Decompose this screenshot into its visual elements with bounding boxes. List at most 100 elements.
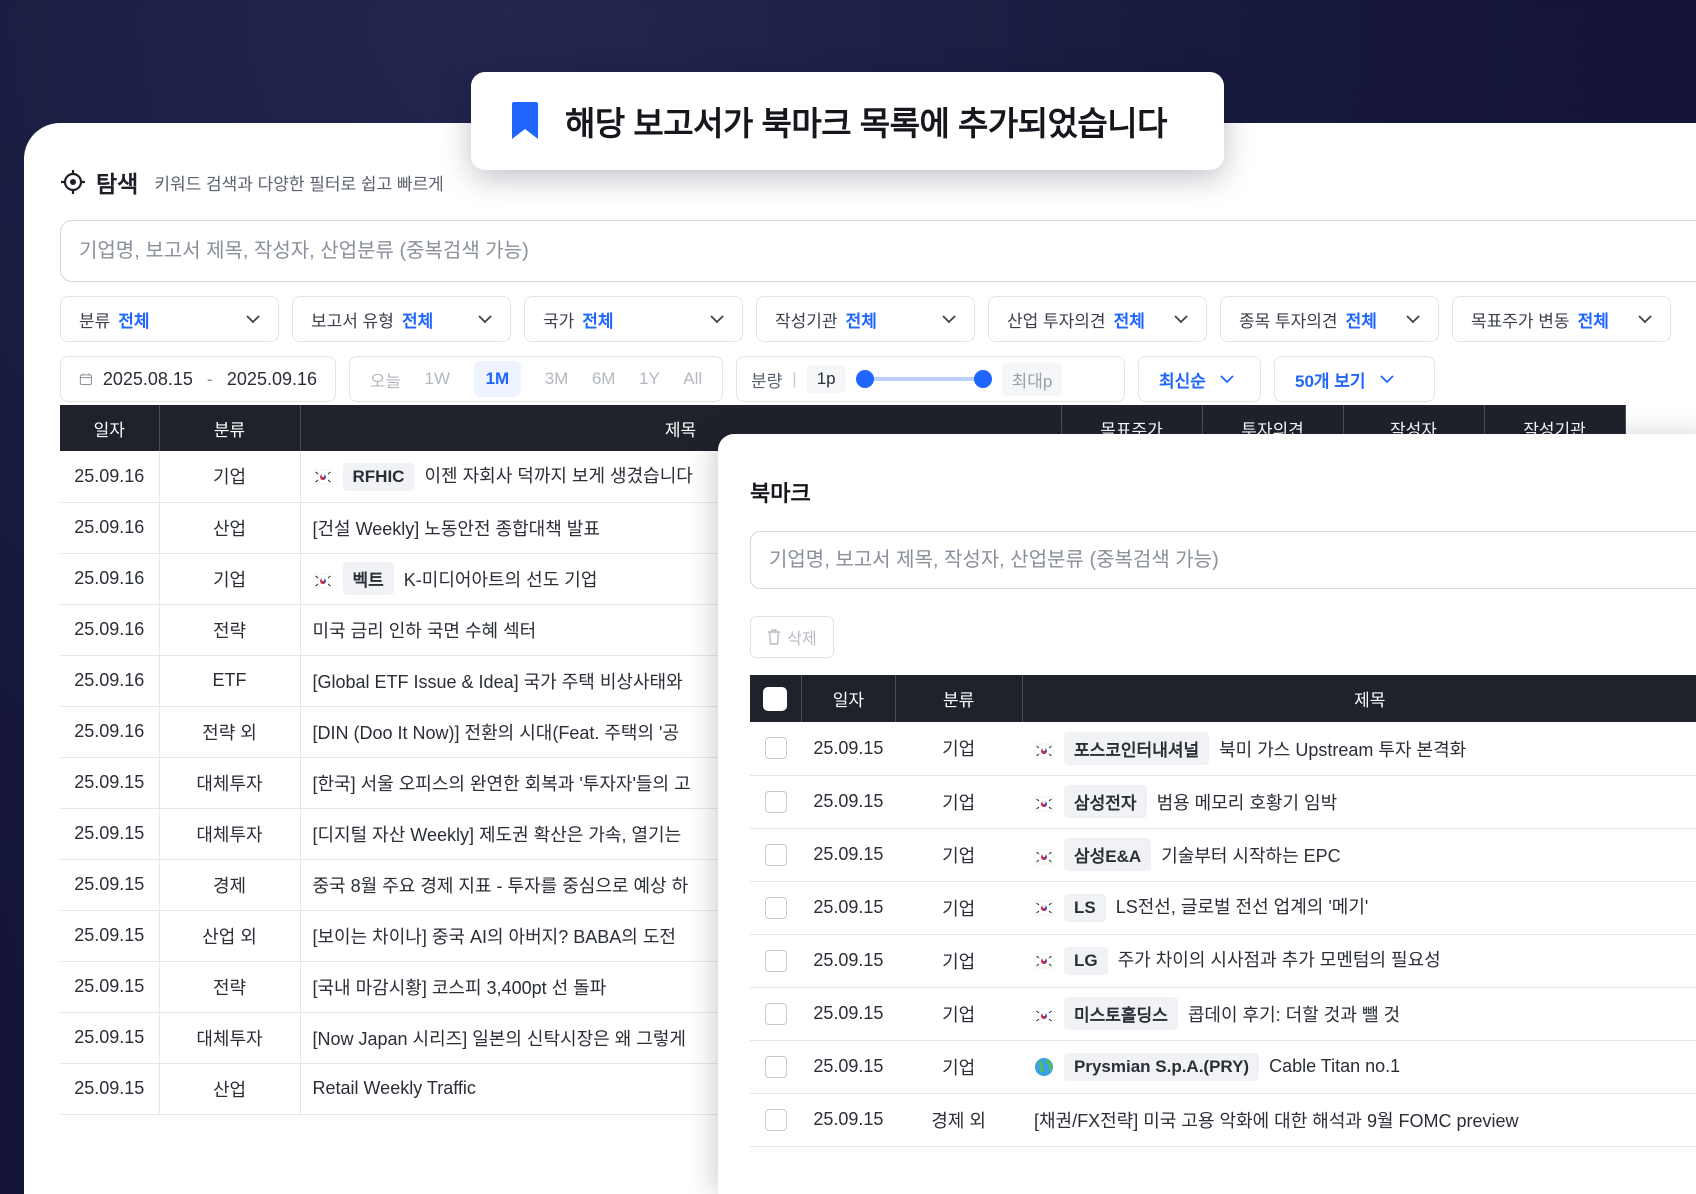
- row-checkbox[interactable]: [764, 1055, 787, 1078]
- date-range-picker[interactable]: 2025.08.15 - 2025.09.16: [60, 356, 336, 402]
- volume-divider: |: [792, 369, 797, 388]
- report-title[interactable]: [건설 Weekly] 노동안전 종합대책 발표: [313, 519, 600, 539]
- ticker-badge: Prysmian S.p.A.(PRY): [1064, 1052, 1260, 1081]
- filter-dropdown[interactable]: 목표주가 변동 전체: [1452, 296, 1671, 342]
- ticker-badge: 미스토홀딩스: [1064, 997, 1178, 1030]
- report-title[interactable]: 중국 8월 주요 경제 지표 - 투자를 중심으로 예상 하: [313, 876, 689, 896]
- filter-label: 산업 투자의견: [1007, 311, 1106, 331]
- chevron-down-icon: [1220, 374, 1234, 383]
- range-option[interactable]: 1W: [425, 369, 451, 389]
- filter-value: 전체: [1113, 311, 1145, 331]
- select-all-checkbox[interactable]: [763, 686, 788, 711]
- slider-track: [855, 377, 992, 381]
- bookmark-report-title[interactable]: 범용 메모리 호황기 임박: [1157, 793, 1338, 813]
- bm-col-category[interactable]: 분류: [895, 675, 1023, 722]
- range-option[interactable]: 1M: [473, 361, 522, 397]
- filter-value: 전체: [118, 311, 150, 331]
- report-title[interactable]: [Global ETF Issue & Idea] 국가 주택 비상사태와: [313, 672, 683, 692]
- bookmark-report-title[interactable]: 콥데이 후기: 더할 것과 뺄 것: [1188, 1005, 1400, 1025]
- range-option[interactable]: 오늘: [370, 367, 401, 392]
- range-option[interactable]: 3M: [545, 369, 569, 389]
- bm-row-category: 기업: [895, 722, 1022, 776]
- slider-min-handle[interactable]: [855, 370, 874, 388]
- bookmark-report-title[interactable]: 북미 가스 Upstream 투자 본격화: [1219, 740, 1466, 760]
- delete-button[interactable]: 삭제: [750, 616, 834, 658]
- range-option[interactable]: 6M: [592, 369, 616, 389]
- row-category: 산업: [159, 502, 301, 554]
- bookmark-row[interactable]: 25.09.15 기업 삼성E&A 기술부터 시작하는 EPC: [750, 828, 1696, 882]
- row-checkbox[interactable]: [764, 737, 787, 760]
- report-title[interactable]: [DIN (Doo It Now)] 전환의 시대(Feat. 주택의 '공: [313, 723, 680, 743]
- filter-dropdown[interactable]: 분류 전체: [60, 296, 279, 342]
- row-checkbox[interactable]: [764, 1108, 787, 1131]
- report-title[interactable]: [한국] 서울 오피스의 완연한 회복과 '투자자'들의 고: [313, 774, 691, 794]
- row-checkbox[interactable]: [764, 896, 787, 919]
- main-panel: 탐색 키워드 검색과 다양한 필터로 쉽고 빠르게 분류전체보고서 유형전체국가…: [24, 123, 1696, 1194]
- bookmark-row[interactable]: 25.09.15 기업 Prysmian S.p.A.(PRY) Cable Tita…: [750, 1040, 1696, 1094]
- bm-col-title[interactable]: 제목: [1022, 675, 1696, 722]
- filter-dropdown[interactable]: 작성기관 전체: [756, 296, 975, 342]
- bm-row-category: 기업: [895, 987, 1022, 1041]
- volume-slider[interactable]: [855, 369, 992, 389]
- filter-dropdown[interactable]: 보고서 유형 전체: [292, 296, 511, 342]
- report-title[interactable]: 이젠 자회사 덕까지 보게 생겼습니다: [424, 466, 692, 486]
- filter-dropdown[interactable]: 국가 전체: [524, 296, 743, 342]
- report-title[interactable]: [Now Japan 시리즈] 일본의 신탁시장은 왜 그렇게: [313, 1029, 686, 1049]
- page-subtitle: 키워드 검색과 다양한 필터로 쉽고 빠르게: [154, 174, 444, 194]
- bm-row-date: 25.09.15: [801, 987, 896, 1041]
- bm-row-title-cell: Prysmian S.p.A.(PRY) Cable Titan no.1: [1022, 1040, 1696, 1094]
- korea-flag-icon: [312, 573, 333, 589]
- report-title[interactable]: [국내 마감시황] 코스피 3,400pt 선 돌파: [313, 978, 607, 998]
- row-checkbox[interactable]: [764, 790, 787, 813]
- bookmark-report-title[interactable]: 주가 차이의 시사점과 추가 모멘텀의 필요성: [1118, 950, 1441, 970]
- row-date: 25.09.15: [60, 757, 160, 809]
- bookmark-report-title[interactable]: [채권/FX전략] 미국 고용 악화에 대한 해석과 9월 FOMC previ…: [1034, 1111, 1519, 1131]
- volume-max[interactable]: 최대p: [1001, 362, 1063, 396]
- row-checkbox[interactable]: [764, 949, 787, 972]
- report-title[interactable]: [디지털 자산 Weekly] 제도권 확산은 가속, 열기는: [313, 825, 682, 845]
- filter-dropdown[interactable]: 종목 투자의견 전체: [1220, 296, 1439, 342]
- slider-max-handle[interactable]: [973, 370, 992, 388]
- bookmark-report-title[interactable]: LS전선, 글로벌 전선 업계의 '메기': [1116, 897, 1369, 917]
- volume-min[interactable]: 1p: [806, 365, 846, 393]
- row-checkbox[interactable]: [764, 843, 787, 866]
- row-category: ETF: [159, 655, 301, 707]
- bookmark-table: 일자 분류 제목 25.09.15 기업 포스코인터내셔널 북미 가스 Upstrea…: [750, 675, 1696, 1147]
- filter-dropdown[interactable]: 산업 투자의견 전체: [988, 296, 1207, 342]
- chevron-down-icon: [710, 314, 724, 323]
- bookmark-row[interactable]: 25.09.15 경제 외 [채권/FX전략] 미국 고용 악화에 대한 해석과 9…: [750, 1093, 1696, 1147]
- toast-notification: 해당 보고서가 북마크 목록에 추가되었습니다: [471, 72, 1224, 170]
- bm-row-category: 기업: [895, 881, 1022, 935]
- range-option[interactable]: All: [683, 369, 702, 389]
- filter-label: 보고서 유형: [311, 311, 394, 331]
- bookmark-search-input[interactable]: [751, 532, 1696, 588]
- globe-icon: [1035, 1057, 1053, 1076]
- bookmark-row[interactable]: 25.09.15 기업 LG 주가 차이의 시사점과 추가 모멘텀의 필요성: [750, 934, 1696, 988]
- chevron-down-icon: [942, 314, 956, 323]
- ticker-badge: 삼성전자: [1064, 785, 1147, 818]
- bookmark-report-title[interactable]: 기술부터 시작하는 EPC: [1161, 846, 1341, 866]
- row-category: 기업: [159, 553, 301, 605]
- report-title[interactable]: 미국 금리 인하 국면 수혜 섹터: [313, 621, 537, 641]
- range-option[interactable]: 1Y: [639, 369, 660, 389]
- page-size-dropdown[interactable]: 50개 보기: [1274, 356, 1435, 402]
- row-checkbox[interactable]: [764, 1002, 787, 1025]
- bookmark-row[interactable]: 25.09.15 기업 삼성전자 범용 메모리 호황기 임박: [750, 775, 1696, 829]
- bookmark-row[interactable]: 25.09.15 기업 LS LS전선, 글로벌 전선 업계의 '메기': [750, 881, 1696, 935]
- report-title[interactable]: Retail Weekly Traffic: [313, 1078, 476, 1098]
- col-category[interactable]: 분류: [159, 405, 301, 451]
- bookmark-row[interactable]: 25.09.15 기업 미스토홀딩스 콥데이 후기: 더할 것과 뺄 것: [750, 987, 1696, 1041]
- report-title[interactable]: K-미디어아트의 선도 기업: [404, 570, 598, 590]
- search-input[interactable]: [61, 221, 1696, 281]
- bm-row-date: 25.09.15: [801, 722, 896, 776]
- col-date[interactable]: 일자: [60, 405, 160, 451]
- sort-dropdown[interactable]: 최신순: [1138, 356, 1261, 402]
- ticker-badge: 삼성E&A: [1064, 838, 1152, 871]
- bm-row-title-cell: 미스토홀딩스 콥데이 후기: 더할 것과 뺄 것: [1022, 987, 1696, 1041]
- bm-col-date[interactable]: 일자: [801, 675, 896, 722]
- bookmark-report-title[interactable]: Cable Titan no.1: [1269, 1056, 1400, 1076]
- filter-label: 국가: [543, 311, 575, 331]
- report-title[interactable]: [보이는 차이나] 중국 AI의 아버지? BABA의 도전: [313, 927, 676, 947]
- filter-label: 분류: [79, 311, 111, 331]
- bookmark-row[interactable]: 25.09.15 기업 포스코인터내셔널 북미 가스 Upstream 투자 본격화: [750, 722, 1696, 776]
